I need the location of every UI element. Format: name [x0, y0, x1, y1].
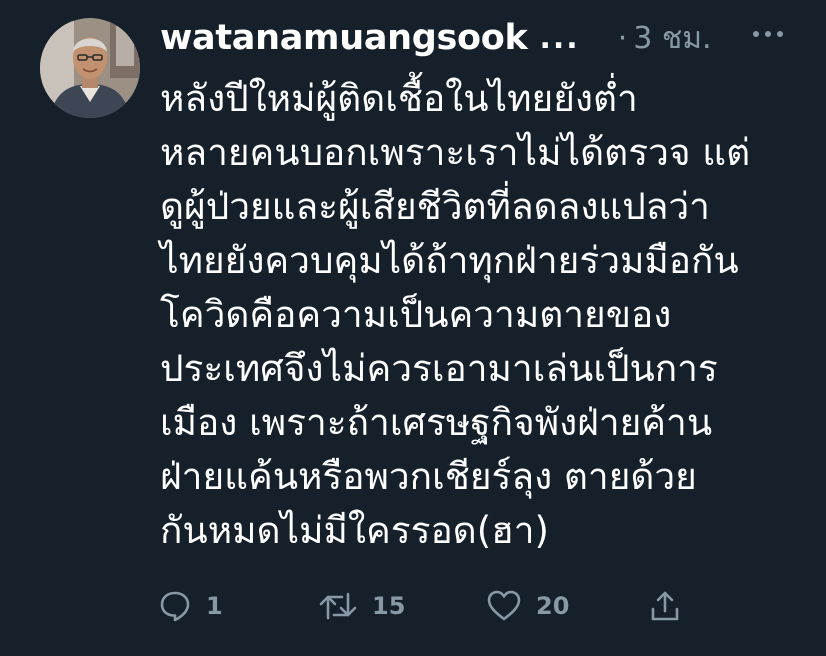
retweet-count: 15	[372, 592, 406, 620]
tweet-card[interactable]: watanamuangsook ... · 3 ชม. หลังปีใหม่ผู…	[0, 0, 826, 656]
reply-button[interactable]: 1	[158, 584, 223, 628]
like-count: 20	[536, 592, 570, 620]
more-options-icon[interactable]	[748, 22, 788, 46]
retweet-icon	[319, 592, 357, 620]
avatar[interactable]	[40, 18, 140, 118]
tweet-text-line: หลายคนบอกเพราะเราไม่ได้ตรวจ แต่	[160, 131, 751, 174]
tweet-text: หลังปีใหม่ผู้ติดเชื้อในไทยยังต่ำ หลายคนบ…	[160, 72, 810, 558]
time-label: 3 ชม.	[633, 20, 712, 56]
reply-icon	[160, 591, 190, 622]
author-name[interactable]: watanamuangsook	[160, 18, 528, 58]
author-ellipsis: ...	[539, 20, 580, 56]
share-icon	[651, 591, 679, 621]
tweet-text-line: ดูผู้ป่วยและผู้เสียชีวิตที่ลดลงแปลว่า	[160, 185, 710, 228]
tweet-text-line: ฝ่ายแค้นหรือพวกเชียร์ลุง ตายด้วย	[160, 455, 697, 498]
retweet-button[interactable]: 15	[318, 584, 405, 628]
tweet-timestamp[interactable]: · 3 ชม.	[618, 15, 712, 62]
tweet-header: watanamuangsook ... · 3 ชม.	[160, 14, 810, 62]
tweet-text-line: ไทยยังควบคุมได้ถ้าทุกฝ่ายร่วมมือกัน	[160, 239, 739, 282]
tweet-text-line: หลังปีใหม่ผู้ติดเชื้อในไทยยังต่ำ	[160, 77, 638, 120]
share-button[interactable]	[648, 584, 682, 628]
time-separator: ·	[617, 20, 628, 56]
tweet-actions: 1 15 20	[0, 584, 826, 628]
like-button[interactable]: 20	[486, 584, 569, 628]
tweet-text-line: โควิดคือความเป็นความตายของ	[160, 293, 672, 336]
tweet-text-line: กันหมดไม่มีใครรอด(ฮา)	[160, 509, 549, 552]
tweet-text-line: ประเทศจึงไม่ควรเอามาเล่นเป็นการ	[160, 347, 718, 390]
heart-icon	[487, 590, 521, 621]
reply-count: 1	[206, 592, 223, 620]
tweet-text-line: เมือง เพราะถ้าเศรษฐกิจพังฝ่ายค้าน	[160, 401, 713, 444]
